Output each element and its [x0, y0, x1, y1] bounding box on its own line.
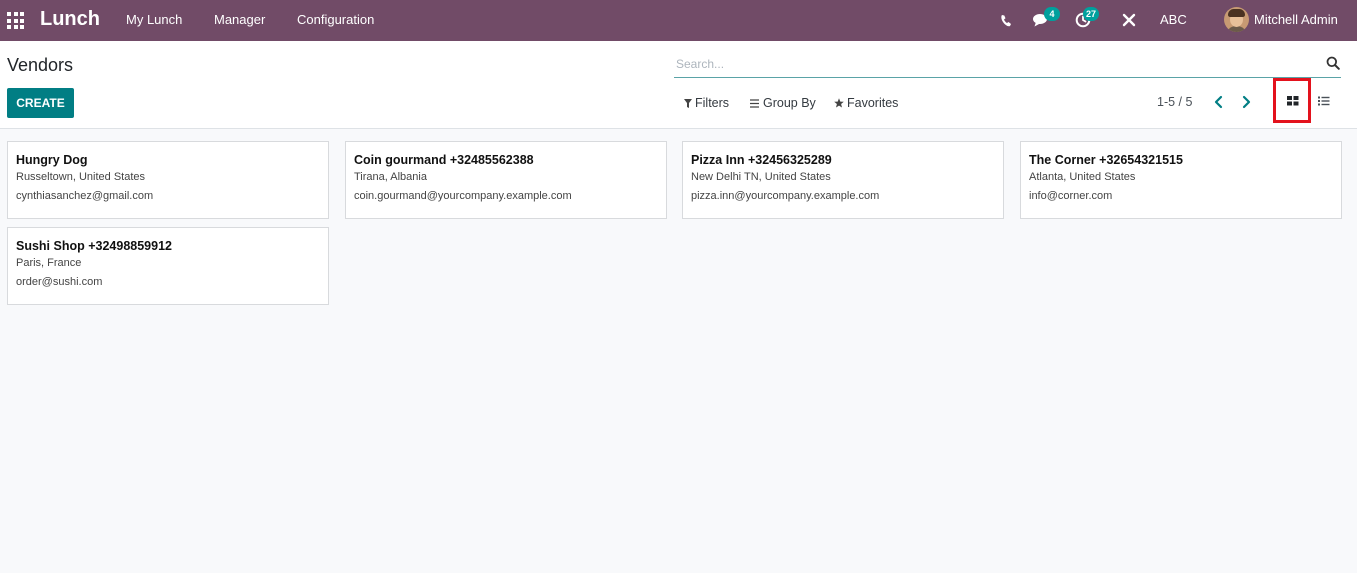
search-icon[interactable]	[1326, 56, 1340, 75]
top-navbar: Lunch My Lunch Manager Configuration 4 2…	[0, 0, 1357, 41]
kanban-view: Hungry Dog Russeltown, United States cyn…	[0, 129, 1357, 573]
group-by-button[interactable]: Group By	[750, 96, 816, 110]
menu-configuration[interactable]: Configuration	[297, 12, 374, 28]
activities-button[interactable]: 27	[1075, 7, 1100, 29]
favorites-button[interactable]: Favorites	[834, 96, 898, 110]
vendor-location: New Delhi TN, United States	[691, 171, 831, 183]
chevron-right-icon[interactable]	[1239, 94, 1253, 110]
menu-manager[interactable]: Manager	[214, 12, 265, 28]
group-by-icon	[750, 98, 759, 108]
apps-grid-icon[interactable]	[7, 12, 24, 29]
vendor-name: Sushi Shop +32498859912	[16, 239, 172, 253]
filter-icon	[684, 98, 692, 108]
vendor-card[interactable]: Coin gourmand +32485562388 Tirana, Alban…	[345, 141, 667, 219]
vendor-name: Coin gourmand +32485562388	[354, 153, 534, 167]
vendor-email: cynthiasanchez@gmail.com	[16, 190, 154, 202]
menu-my-lunch[interactable]: My Lunch	[126, 12, 182, 28]
filters-button[interactable]: Filters	[684, 96, 729, 110]
vendor-card[interactable]: Hungry Dog Russeltown, United States cyn…	[7, 141, 329, 219]
tools-icon[interactable]	[1121, 11, 1137, 29]
vendor-name: Pizza Inn +32456325289	[691, 153, 832, 167]
vendor-email: pizza.inn@yourcompany.example.com	[691, 190, 880, 202]
vendor-location: Tirana, Albania	[354, 171, 427, 183]
group-by-label: Group By	[763, 96, 816, 110]
user-menu[interactable]: Mitchell Admin	[1254, 12, 1338, 28]
search-input[interactable]	[676, 55, 1316, 73]
vendor-email: order@sushi.com	[16, 276, 103, 288]
kanban-view-icon	[1287, 96, 1299, 106]
create-button[interactable]: CREATE	[7, 88, 74, 118]
list-view-icon	[1318, 96, 1330, 106]
activities-count-badge: 27	[1083, 7, 1100, 21]
page-title: Vendors	[7, 55, 74, 75]
vendor-card[interactable]: Sushi Shop +32498859912 Paris, France or…	[7, 227, 329, 305]
list-view-button[interactable]	[1313, 90, 1335, 112]
vendor-name: Hungry Dog	[16, 153, 88, 167]
avatar[interactable]	[1224, 7, 1249, 32]
messages-button[interactable]: 4	[1032, 7, 1060, 29]
phone-icon[interactable]	[999, 11, 1013, 29]
vendor-name: The Corner +32654321515	[1029, 153, 1183, 167]
pager-value[interactable]: 1-5 / 5	[1157, 95, 1192, 109]
control-panel: Vendors CREATE Filters Group By Favorite…	[0, 41, 1357, 129]
vendor-location: Paris, France	[16, 257, 82, 269]
favorites-label: Favorites	[847, 96, 899, 110]
app-name[interactable]: Lunch	[40, 7, 100, 31]
kanban-view-button[interactable]	[1282, 90, 1304, 112]
vendor-card[interactable]: The Corner +32654321515 Atlanta, United …	[1020, 141, 1342, 219]
search-bar	[674, 52, 1341, 78]
vendor-email: coin.gourmand@yourcompany.example.com	[354, 190, 572, 202]
vendor-location: Atlanta, United States	[1029, 171, 1136, 183]
vendor-card[interactable]: Pizza Inn +32456325289 New Delhi TN, Uni…	[682, 141, 1004, 219]
chevron-left-icon[interactable]	[1212, 94, 1226, 110]
star-icon	[834, 98, 844, 108]
vendor-email: info@corner.com	[1029, 190, 1113, 202]
filters-label: Filters	[695, 96, 730, 110]
vendor-location: Russeltown, United States	[16, 171, 146, 183]
company-switcher[interactable]: ABC	[1160, 12, 1187, 28]
messages-count-badge: 4	[1044, 7, 1060, 21]
